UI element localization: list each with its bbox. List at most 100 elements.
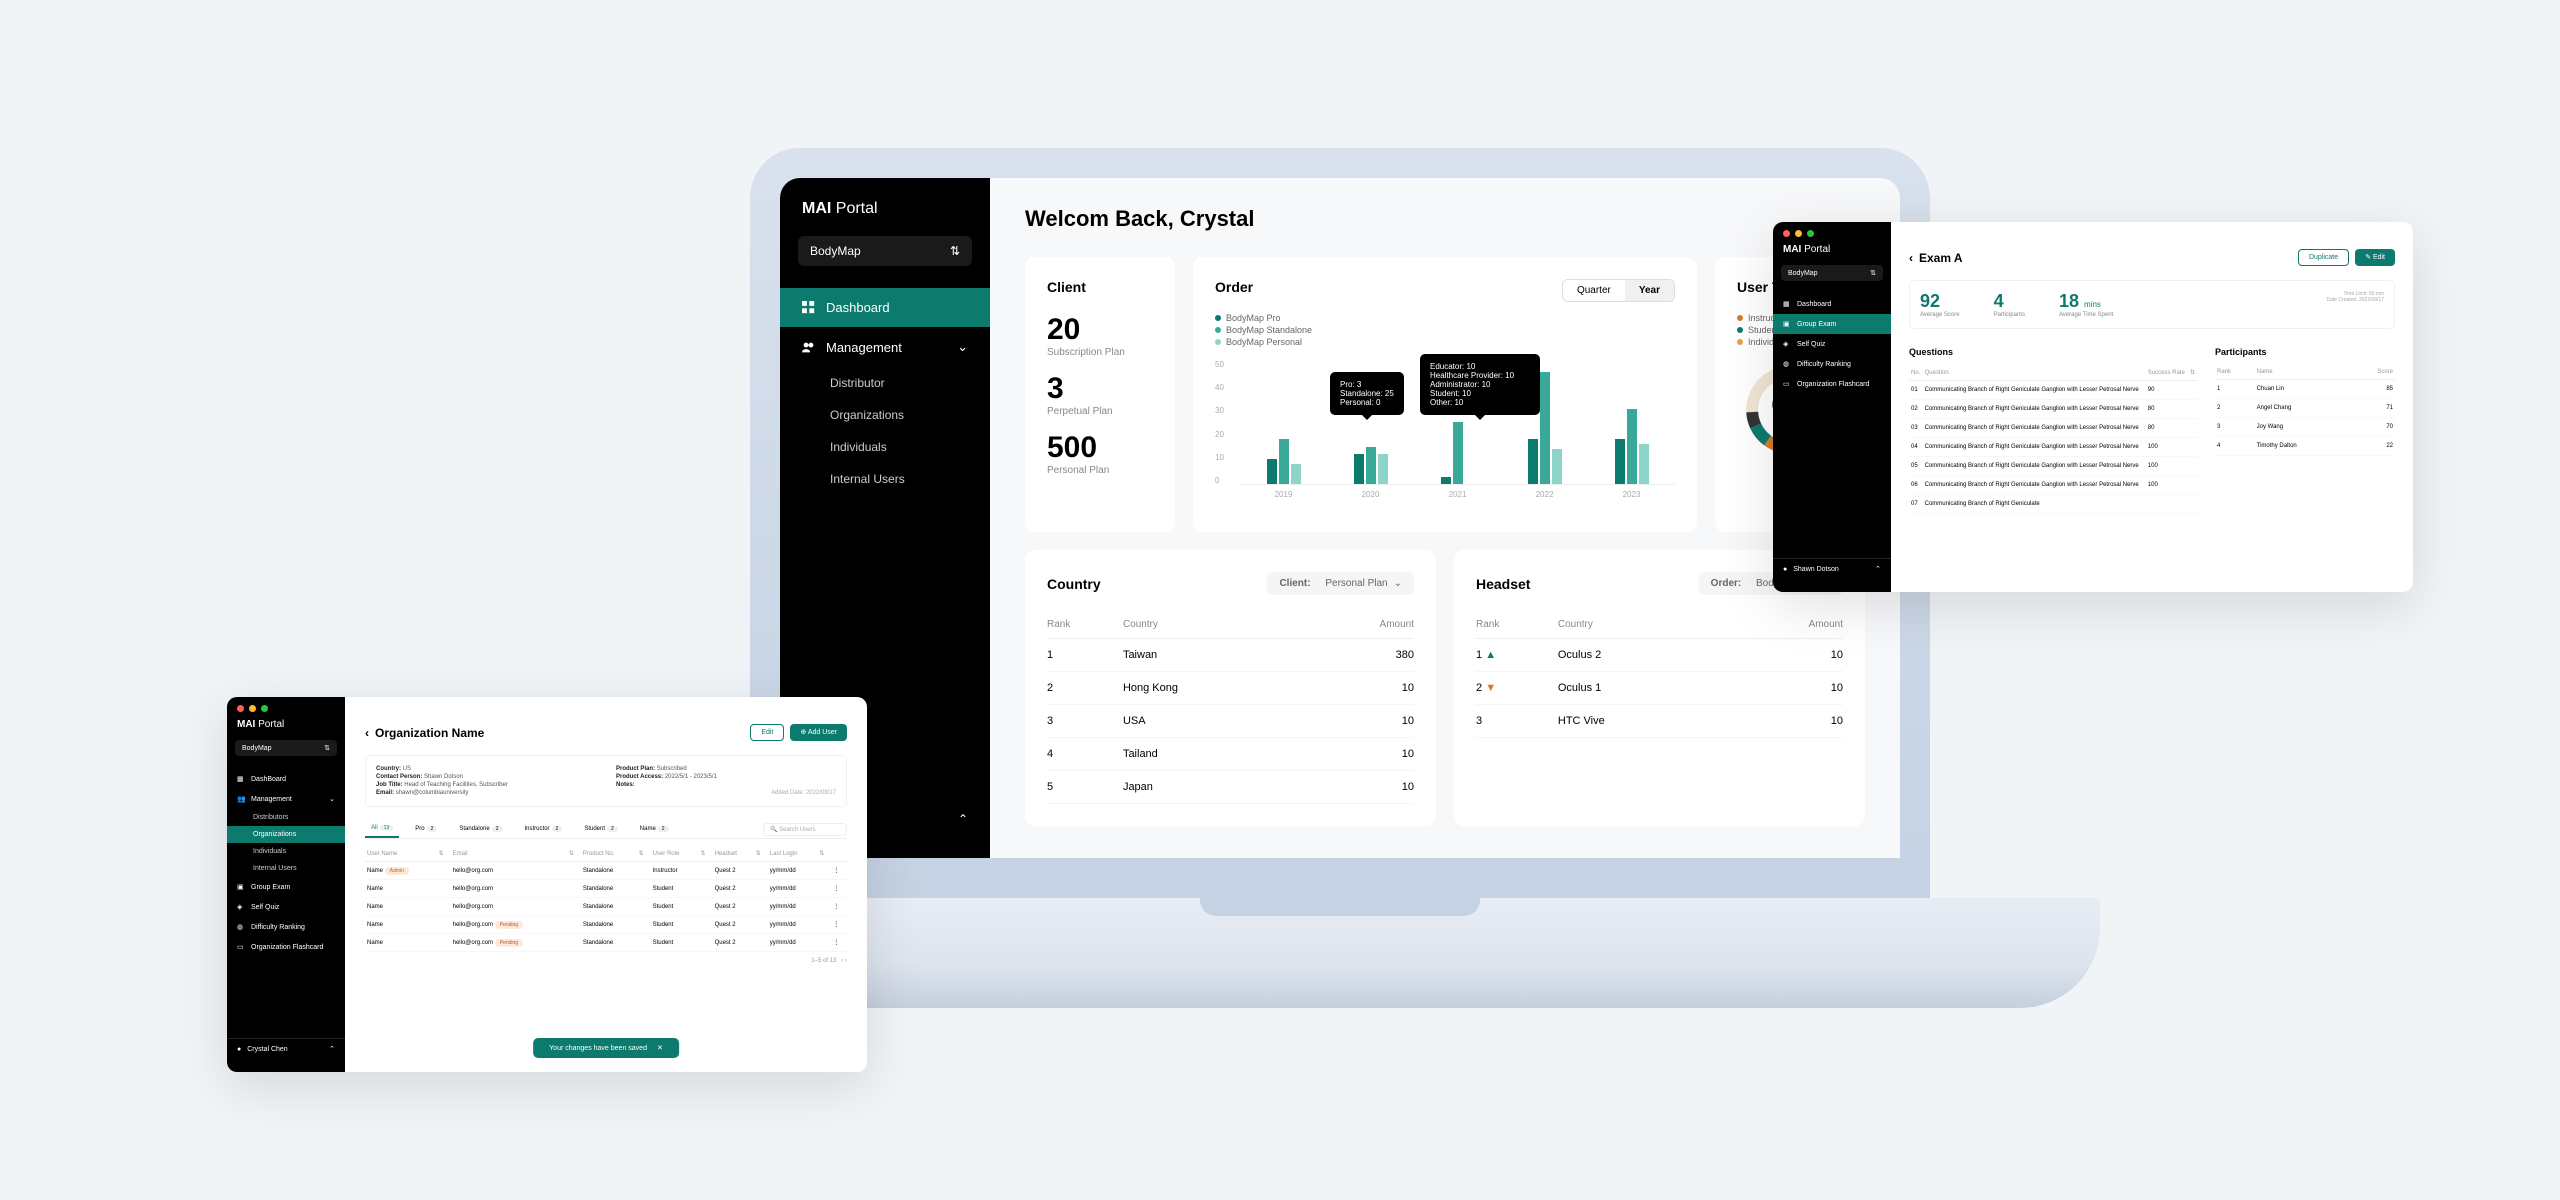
pagination: 1–5 of 13 ‹ › <box>365 958 847 964</box>
nav-difficulty[interactable]: ◍Difficulty Ranking <box>227 917 345 937</box>
nav-group-exam[interactable]: ▣Group Exam <box>227 877 345 897</box>
chevron-updown-icon: ⇅ <box>324 744 330 752</box>
add-user-button[interactable]: ⊕ Add User <box>790 724 847 741</box>
org-sidebar: MAI Portal BodyMap⇅ ▦DashBoard 👥Manageme… <box>227 697 345 1072</box>
org-users-table: User Name⇅ Email⇅ Product No.⇅ User Role… <box>365 846 847 952</box>
nav-difficulty[interactable]: ◍Difficulty Ranking <box>1773 354 1891 374</box>
close-dot[interactable] <box>237 705 244 712</box>
table-row[interactable]: 3Joy Wang70 <box>2215 418 2395 437</box>
nav-group-exam[interactable]: ▣Group Exam <box>1773 314 1891 334</box>
client-sub-label: Subscription Plan <box>1047 347 1153 358</box>
minimize-dot[interactable] <box>249 705 256 712</box>
nav-management[interactable]: 👥Management⌄ <box>227 789 345 809</box>
user-menu[interactable]: ●Shawn Dotson⌃ <box>1773 558 1891 579</box>
back-icon[interactable]: ‹ <box>365 726 369 740</box>
chevron-up-icon: ⌃ <box>329 1045 335 1053</box>
product-selector[interactable]: BodyMap⇅ <box>235 740 337 756</box>
table-row[interactable]: 5Japan10 <box>1047 771 1414 804</box>
tab-instructor[interactable]: Instructor2 <box>519 821 569 837</box>
nav-dashboard[interactable]: ▦DashBoard <box>227 769 345 789</box>
maximize-dot[interactable] <box>261 705 268 712</box>
flashcard-icon: ▭ <box>1783 380 1791 388</box>
ranking-icon: ◍ <box>1783 360 1791 368</box>
table-row[interactable]: 06Communicating Branch of Right Genicula… <box>1909 476 2197 495</box>
table-row[interactable]: Name hello@org.com StandaloneStudentQues… <box>365 880 847 898</box>
table-row[interactable]: 02Communicating Branch of Right Genicula… <box>1909 400 2197 419</box>
nav-organizations[interactable]: Organizations <box>780 399 990 431</box>
table-row[interactable]: Name hello@org.com PendingStandaloneStud… <box>365 916 847 934</box>
chevron-up-icon: ⌃ <box>958 812 968 826</box>
headset-title: Headset <box>1476 576 1530 592</box>
edit-button[interactable]: Edit <box>750 724 784 741</box>
window-controls <box>1783 230 1814 237</box>
tab-student[interactable]: Student2 <box>578 821 623 837</box>
client-card: Client 20 Subscription Plan 3 Perpetual … <box>1025 257 1175 532</box>
table-row[interactable]: 1Chuan Lin85 <box>2215 380 2395 399</box>
table-row[interactable]: 1 ▲Oculus 210 <box>1476 639 1843 672</box>
search-input[interactable]: 🔍 Search Users <box>763 823 847 836</box>
nav-internal-users[interactable]: Internal Users <box>780 463 990 495</box>
nav-self-quiz[interactable]: ◈Self Quiz <box>1773 334 1891 354</box>
country-filter[interactable]: Client: Personal Plan ⌄ <box>1267 572 1414 595</box>
nav-dashboard[interactable]: Dashboard <box>780 288 990 327</box>
product-selector[interactable]: BodyMap⇅ <box>1781 265 1883 281</box>
legend-dot-per <box>1215 339 1221 345</box>
tab-all[interactable]: All13 <box>365 820 399 838</box>
toggle-year[interactable]: Year <box>1625 280 1674 301</box>
country-title: Country <box>1047 576 1101 592</box>
table-row[interactable]: 2Hong Kong10 <box>1047 672 1414 705</box>
exam-main: ‹Exam A Duplicate ✎ Edit 92Average Score… <box>1891 222 2413 592</box>
product-selector[interactable]: BodyMap ⇅ <box>798 236 972 266</box>
duplicate-button[interactable]: Duplicate <box>2298 249 2349 266</box>
nav-distributor[interactable]: Distributor <box>780 367 990 399</box>
table-row[interactable]: 2 ▼Oculus 110 <box>1476 672 1843 705</box>
table-row[interactable]: 4Tailand10 <box>1047 738 1414 771</box>
nav-flashcard[interactable]: ▭Organization Flashcard <box>227 937 345 957</box>
table-row[interactable]: Name hello@org.com StandaloneStudentQues… <box>365 898 847 916</box>
table-row[interactable]: 3USA10 <box>1047 705 1414 738</box>
country-table: Rank Country Amount 1Taiwan3802Hong Kong… <box>1047 611 1414 804</box>
nav-individuals[interactable]: Individuals <box>227 843 345 860</box>
nav-flashcard[interactable]: ▭Organization Flashcard <box>1773 374 1891 394</box>
table-row[interactable]: 07Communicating Branch of Right Genicula… <box>1909 495 2197 514</box>
nav-organizations[interactable]: Organizations <box>227 826 345 843</box>
legend-dot-sta <box>1215 327 1221 333</box>
table-row[interactable]: Name Adminhello@org.com StandaloneInstru… <box>365 862 847 880</box>
table-row[interactable]: 05Communicating Branch of Right Genicula… <box>1909 457 2197 476</box>
back-icon[interactable]: ‹ <box>1909 251 1913 265</box>
exam-window: MAI Portal BodyMap⇅ ▦Dashboard ▣Group Ex… <box>1773 222 2413 592</box>
table-row[interactable]: 2Angel Chang71 <box>2215 399 2395 418</box>
tab-name[interactable]: Name2 <box>634 821 675 837</box>
close-icon[interactable]: ✕ <box>657 1044 663 1052</box>
minimize-dot[interactable] <box>1795 230 1802 237</box>
table-row[interactable]: 01Communicating Branch of Right Genicula… <box>1909 381 2197 400</box>
tooltip-2021: Pro: 3Standalone: 25Personal: 0 <box>1330 372 1404 415</box>
nav-internal[interactable]: Internal Users <box>227 860 345 877</box>
exam-stats: 92Average Score 4Participants 18 minsAve… <box>1909 280 2395 329</box>
nav-management[interactable]: Management ⌄ <box>780 327 990 367</box>
chevron-updown-icon: ⇅ <box>1870 269 1876 277</box>
user-menu[interactable]: ●Crystal Chen⌃ <box>227 1038 345 1059</box>
toggle-quarter[interactable]: Quarter <box>1563 280 1625 301</box>
nav-individuals[interactable]: Individuals <box>780 431 990 463</box>
table-row[interactable]: 1Taiwan380 <box>1047 639 1414 672</box>
tab-pro[interactable]: Pro2 <box>409 821 443 837</box>
grid-icon: ▦ <box>237 775 245 783</box>
maximize-dot[interactable] <box>1807 230 1814 237</box>
nav-self-quiz[interactable]: ◈Self Quiz <box>227 897 345 917</box>
tooltip-2022: Educator: 10Healthcare Provider: 10Admin… <box>1420 354 1540 415</box>
close-dot[interactable] <box>1783 230 1790 237</box>
table-row[interactable]: 3 HTC Vive10 <box>1476 705 1843 738</box>
tab-standalone[interactable]: Standalone2 <box>453 821 508 837</box>
nav-dashboard[interactable]: ▦Dashboard <box>1773 294 1891 314</box>
edit-button[interactable]: ✎ Edit <box>2355 249 2395 266</box>
client-pers-label: Personal Plan <box>1047 465 1153 476</box>
chevron-updown-icon: ⇅ <box>950 244 960 258</box>
table-row[interactable]: 03Communicating Branch of Right Genicula… <box>1909 419 2197 438</box>
laptop-screen: MAI Portal BodyMap ⇅ Dashboard Managemen… <box>780 178 1900 858</box>
quiz-icon: ◈ <box>1783 340 1791 348</box>
table-row[interactable]: 04Communicating Branch of Right Genicula… <box>1909 438 2197 457</box>
table-row[interactable]: Name hello@org.com PendingStandaloneStud… <box>365 934 847 952</box>
table-row[interactable]: 4Timothy Dalton22 <box>2215 437 2395 456</box>
nav-distributors[interactable]: Distributors <box>227 809 345 826</box>
